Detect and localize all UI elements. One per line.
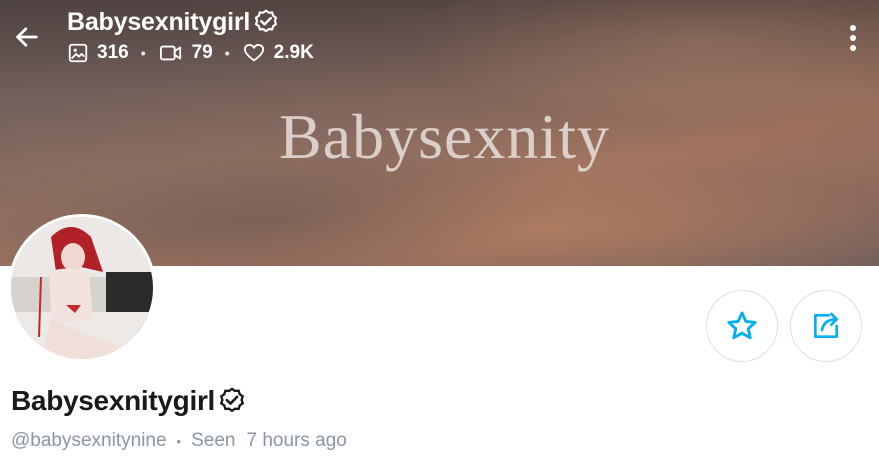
avatar-photo-illustration <box>11 217 153 359</box>
profile-handle: @babysexnitynine <box>11 430 167 451</box>
more-vertical-icon[interactable] <box>843 22 863 54</box>
arrow-left-icon <box>16 27 38 47</box>
video-camera-icon <box>159 45 181 61</box>
seen-label: Seen <box>191 430 236 451</box>
cover-image: Babysexnity Babysexnitygirl 316 • 79 • 2… <box>0 0 879 266</box>
share-icon <box>814 312 838 338</box>
cover-watermark-text: Babysexnity <box>279 101 610 172</box>
star-icon <box>727 311 757 340</box>
avatar-photo <box>11 217 153 359</box>
photos-count: 316 <box>97 42 129 63</box>
meta-separator: • <box>176 433 182 449</box>
verified-badge-icon <box>218 387 246 415</box>
header-name: Babysexnitygirl <box>67 7 251 36</box>
seen-time: 7 hours ago <box>246 430 347 451</box>
stats-separator: • <box>140 45 146 61</box>
profile-header: Babysexnitygirl 316 • 79 • 2.9K <box>67 6 314 64</box>
back-button[interactable] <box>10 20 44 54</box>
profile-name: Babysexnitygirl <box>11 385 216 416</box>
profile-name-row: Babysexnitygirl <box>11 385 246 417</box>
stats-separator: • <box>224 45 230 61</box>
likes-count: 2.9K <box>273 42 314 63</box>
photos-stat: 316 <box>67 42 129 64</box>
likes-stat: 2.9K <box>242 42 314 64</box>
verified-badge-icon <box>253 9 279 35</box>
videos-stat: 79 <box>158 42 213 64</box>
share-button[interactable] <box>790 290 862 362</box>
heart-icon <box>243 44 264 62</box>
videos-count: 79 <box>191 42 213 63</box>
avatar[interactable] <box>8 214 156 362</box>
header-stats: 316 • 79 • 2.9K <box>67 42 314 64</box>
favorite-button[interactable] <box>706 290 778 362</box>
image-icon <box>68 43 88 63</box>
profile-meta: @babysexnitynine • Seen 7 hours ago <box>11 430 347 452</box>
